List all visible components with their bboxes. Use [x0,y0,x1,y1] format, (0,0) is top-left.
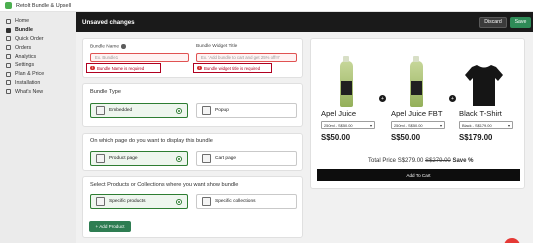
sidebar-item-label: Installation [15,79,41,86]
option-product-page[interactable]: Product page [90,151,188,166]
sidebar-item-label: Quick Order [15,35,44,42]
sidebar-item-label: Plan & Price [15,71,45,78]
cart-page-icon [202,154,211,163]
unsaved-changes-bar: Unsaved changes Discard Save [76,12,533,32]
save-button[interactable]: Save [510,16,531,28]
error-icon: ! [90,65,95,71]
tshirt-image [465,65,503,106]
sidebar-item-installation[interactable]: Installation [0,79,76,88]
sidebar-item-plan-price[interactable]: Plan & Price [0,70,76,79]
popup-icon [202,106,211,115]
home-icon [6,18,11,24]
collections-icon [202,197,211,206]
sidebar-item-orders[interactable]: Orders [0,43,76,52]
display-page-card: On which page do you want to display thi… [82,133,303,171]
price-icon [6,71,11,77]
install-icon [6,80,11,86]
widget-title-error: ! Bundle widget title is required [193,63,272,73]
preview-product: + Apel Juice FBT 250ml - S$50.00 S$50.00 [379,49,447,142]
variant-select[interactable]: 250ml - S$50.00 [321,121,375,129]
option-popup[interactable]: Popup [196,103,297,118]
widget-title-label: Bundle Widget Title [196,44,238,49]
bundle-name-input[interactable]: Ex. Bundle1 [90,53,189,62]
sidebar-item-home[interactable]: Home [0,17,76,26]
embedded-icon [96,106,105,115]
radio-selected-icon [176,156,182,162]
sidebar-item-quick-order[interactable]: Quick Order [0,35,76,44]
product-page-icon [96,154,105,163]
add-product-button[interactable]: + Add Product [89,221,131,232]
option-specific-products[interactable]: Specific products [90,194,188,209]
bundle-type-title: Bundle Type [90,89,121,95]
sidebar-item-label: Settings [15,62,35,69]
variant-select[interactable]: 250ml - S$50.00 [391,121,445,129]
sidebar-item-bundle[interactable]: Bundle [0,26,76,35]
gear-icon [6,62,11,68]
sidebar-item-settings[interactable]: Settings [0,61,76,70]
radio-selected-icon [176,199,182,205]
widget-title-input[interactable]: Ex. 'Add bundle to cart and get 25% off!… [196,53,297,62]
app-title: Retolt Bundle & Upsell [16,2,72,9]
news-icon [6,89,11,95]
bundle-icon [6,27,11,33]
app-topbar: Retolt Bundle & Upsell [0,0,533,12]
variant-select[interactable]: Black - S$179.00 [459,121,513,129]
display-page-title: On which page do you want to display thi… [90,138,213,144]
cart-icon [6,36,11,42]
sidebar-item-label: Bundle [15,27,33,34]
chat-button[interactable] [504,238,520,243]
info-icon [121,44,126,49]
radio-selected-icon [176,108,182,114]
bundle-name-label: Bundle Name [90,44,126,50]
app-logo-icon [5,2,12,9]
bundle-name-error: ! Bundle Name is required [86,63,161,73]
product-price: S$50.00 [321,133,351,142]
product-price: S$50.00 [391,133,421,142]
sidebar-item-whats-new[interactable]: What's New [0,87,76,96]
sidebar-item-analytics[interactable]: Analytics [0,52,76,61]
preview-product: + Black T-Shirt Black - S$179.00 S$179.0… [449,49,515,142]
product-name: Apel Juice FBT [391,109,443,118]
sidebar-item-label: Orders [15,44,32,51]
option-embedded[interactable]: Embedded [90,103,188,118]
bundle-preview: Apel Juice 250ml - S$50.00 S$50.00 + Ape… [310,38,525,189]
product-image [315,49,377,107]
product-name: Apel Juice [321,109,357,118]
product-image [385,49,447,107]
juice-bottle-image [339,56,353,107]
bundle-details-card: Bundle Name Ex. Bundle1 ! Bundle Name is … [82,38,303,78]
error-icon: ! [197,65,202,71]
preview-product: Apel Juice 250ml - S$50.00 S$50.00 [315,49,377,142]
product-name: Black T-Shirt [459,109,502,118]
option-cart-page[interactable]: Cart page [196,151,297,166]
option-specific-collections[interactable]: Specific collections [196,194,297,209]
juice-bottle-image [409,56,423,107]
add-to-cart-button[interactable]: Add To Cart [317,169,520,181]
product-image [453,49,515,107]
products-icon [96,197,105,206]
product-price: S$179.00 [459,133,493,142]
sidebar-item-label: Home [15,18,30,25]
sidebar-item-label: Analytics [15,53,37,60]
orders-icon [6,45,11,51]
chart-icon [6,54,11,60]
sidebar-item-label: What's New [15,88,44,95]
total-price: Total Price S$279.00 S$279.00 Save % [368,158,474,164]
sidebar: Home Bundle Quick Order Orders Analytics… [0,12,76,243]
unsaved-changes-message: Unsaved changes [82,18,135,26]
products-collections-title: Select Products or Collections where you… [90,182,239,188]
discard-button[interactable]: Discard [479,16,507,28]
bundle-type-card: Bundle Type Embedded Popup [82,83,303,127]
